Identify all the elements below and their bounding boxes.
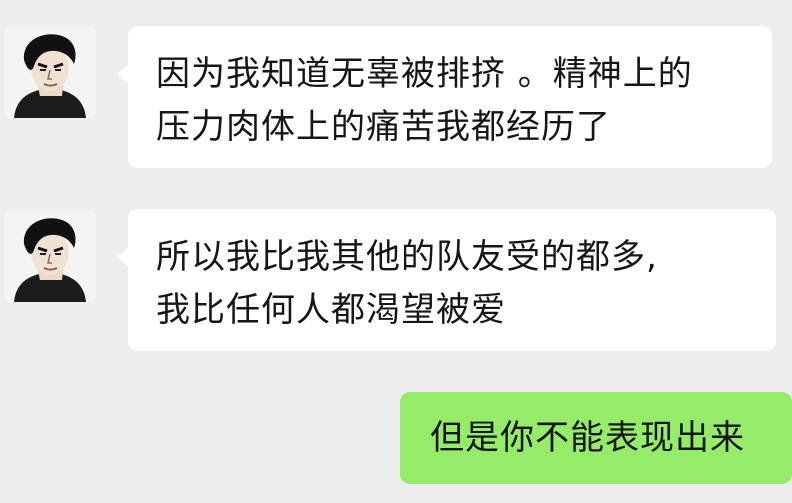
message-text-line: 但是你不能表现出来 [430, 418, 745, 458]
incoming-message-bubble[interactable]: 因为我知道无辜被排挤 。精神上的 压力肉体上的痛苦我都经历了 [117, 26, 772, 168]
chat-message-list: 因为我知道无辜被排挤 。精神上的 压力肉体上的痛苦我都经历了 所以我比我其他的队… [0, 0, 792, 503]
incoming-message-bubble[interactable]: 所以我比我其他的队友受的都多, 我比任何人都渴望被爱 [117, 209, 776, 351]
outgoing-message-bubble[interactable]: 但是你不能表现出来 [400, 392, 792, 484]
message-text-line: 因为我知道无辜被排挤 。精神上的 [156, 54, 693, 94]
man-avatar-icon [4, 210, 96, 302]
avatar[interactable] [4, 26, 96, 118]
avatar[interactable] [4, 210, 96, 302]
message-text-line: 压力肉体上的痛苦我都经历了 [156, 107, 611, 147]
message-text-line: 所以我比我其他的队友受的都多, [156, 237, 658, 277]
message-text-line: 我比任何人都渴望被爱 [156, 290, 506, 330]
man-avatar-icon [4, 26, 96, 118]
